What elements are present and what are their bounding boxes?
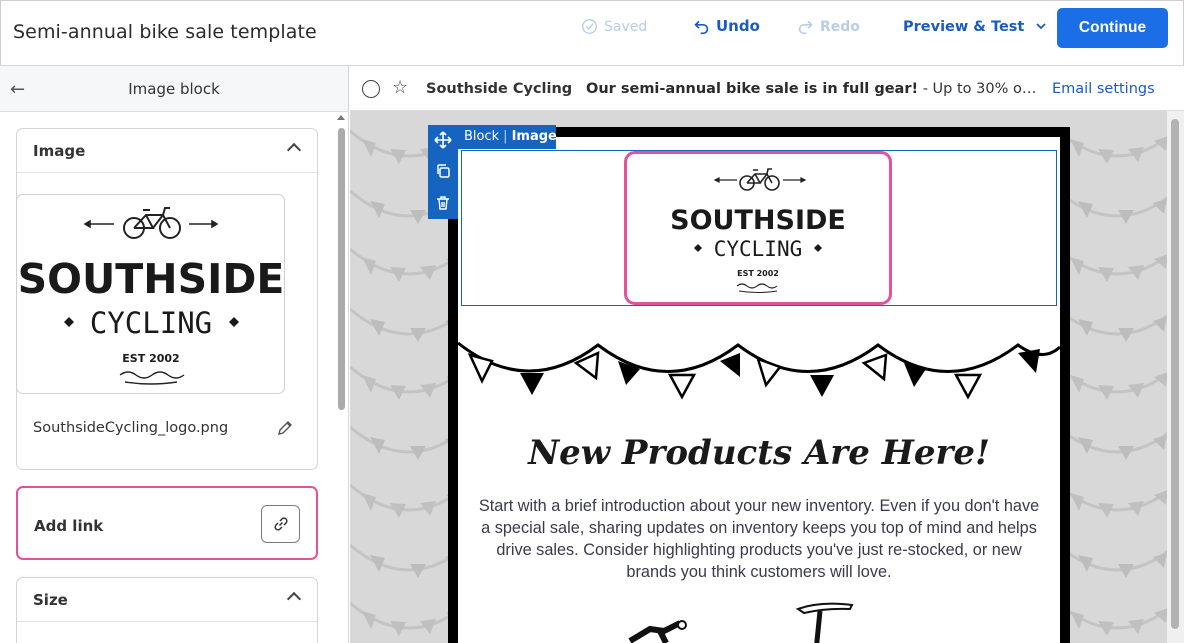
logo-thumb-line1: SOUTHSIDE [18, 255, 285, 303]
add-link-button[interactable] [261, 505, 300, 543]
logo-thumbnail-graphic: SOUTHSIDE CYCLING EST 2002 [18, 207, 285, 385]
block-label: Block [464, 129, 500, 144]
logo-thumb-line2: CYCLING [90, 306, 212, 340]
bike-product-image[interactable] [620, 601, 860, 643]
image-thumbnail[interactable]: SOUTHSIDE CYCLING EST 2002 [16, 194, 285, 394]
image-filename: SouthsideCycling_logo.png [33, 420, 229, 436]
bicycle-icon [739, 168, 780, 191]
size-section: Size [16, 577, 318, 643]
logo-line1: SOUTHSIDE [670, 205, 846, 236]
link-icon [273, 517, 288, 531]
subject-bold: Our semi-annual bike sale is in full gea… [586, 81, 919, 97]
sender-name: Southside Cycling [426, 81, 573, 97]
block-breadcrumb-label: Block | Image [458, 125, 557, 149]
add-link-label: Add link [34, 517, 104, 535]
top-bar: Semi-annual bike sale template Saved Und… [0, 0, 1184, 66]
logo-graphic: SOUTHSIDE CYCLING EST 2002 [670, 168, 846, 294]
continue-button[interactable]: Continue [1057, 8, 1168, 48]
undo-label: Undo [716, 17, 760, 35]
redo-label: Redo [820, 18, 860, 35]
chevron-down-icon [1036, 23, 1047, 30]
undo-button[interactable]: Undo [693, 17, 760, 35]
email-settings-link[interactable]: Email settings [1052, 81, 1155, 97]
chevron-up-icon[interactable] [286, 142, 302, 158]
scroll-up-arrow[interactable] [337, 115, 345, 120]
email-logo-image[interactable]: SOUTHSIDE CYCLING EST 2002 [624, 151, 892, 305]
redo-button[interactable]: Redo [797, 18, 860, 35]
divider [17, 621, 317, 622]
logo-line2: CYCLING [714, 237, 803, 261]
panel-title: Image block [128, 80, 220, 98]
redo-icon [798, 20, 813, 35]
email-headline[interactable]: New Products Are Here! [460, 433, 1058, 473]
move-icon[interactable] [428, 131, 458, 153]
saved-label: Saved [604, 18, 648, 35]
panel-header: ← Image block [0, 66, 348, 112]
chevron-up-icon[interactable] [286, 591, 302, 607]
image-section-heading: Image [33, 142, 86, 160]
undo-icon [694, 20, 709, 34]
email-canvas: SOUTHSIDE CYCLING EST 2002 Block | Image N… [350, 111, 1184, 643]
logo-thumb-est: EST 2002 [122, 352, 179, 365]
edit-pencil-icon[interactable] [277, 420, 293, 440]
panel-scrollbar[interactable] [338, 128, 345, 410]
subject-rest: - Up to 30% off sel... [922, 81, 1046, 97]
trash-icon[interactable] [428, 195, 458, 215]
bunting-banner [458, 341, 1060, 400]
check-circle-icon [582, 19, 597, 34]
logo-est: EST 2002 [737, 269, 779, 278]
size-section-heading: Size [33, 591, 68, 609]
preview-test-label: Preview & Test [903, 19, 1025, 35]
block-toolbar [428, 125, 458, 219]
saved-status: Saved [581, 18, 647, 35]
bicycle-icon [123, 207, 181, 239]
star-icon[interactable]: ☆ [392, 77, 408, 98]
email-body-text[interactable]: Start with a brief introduction about yo… [475, 495, 1043, 583]
document-title[interactable]: Semi-annual bike sale template [13, 21, 317, 43]
inbox-preview-bar: ☆ Southside Cycling Our semi-annual bike… [350, 66, 1184, 111]
subject-line: Our semi-annual bike sale is in full gea… [586, 81, 1046, 97]
add-link-section: Add link [16, 486, 318, 560]
select-radio[interactable] [362, 80, 380, 98]
duplicate-icon[interactable] [428, 163, 458, 183]
canvas-scrollbar[interactable] [1167, 111, 1184, 643]
left-settings-panel: ← Image block Image SOUTHSIDE CYCLING ES… [0, 66, 349, 643]
image-label: Image [511, 129, 557, 144]
divider [17, 172, 317, 173]
preview-test-dropdown[interactable]: Preview & Test [903, 19, 1052, 35]
canvas-scroll-thumb[interactable] [1171, 119, 1179, 629]
